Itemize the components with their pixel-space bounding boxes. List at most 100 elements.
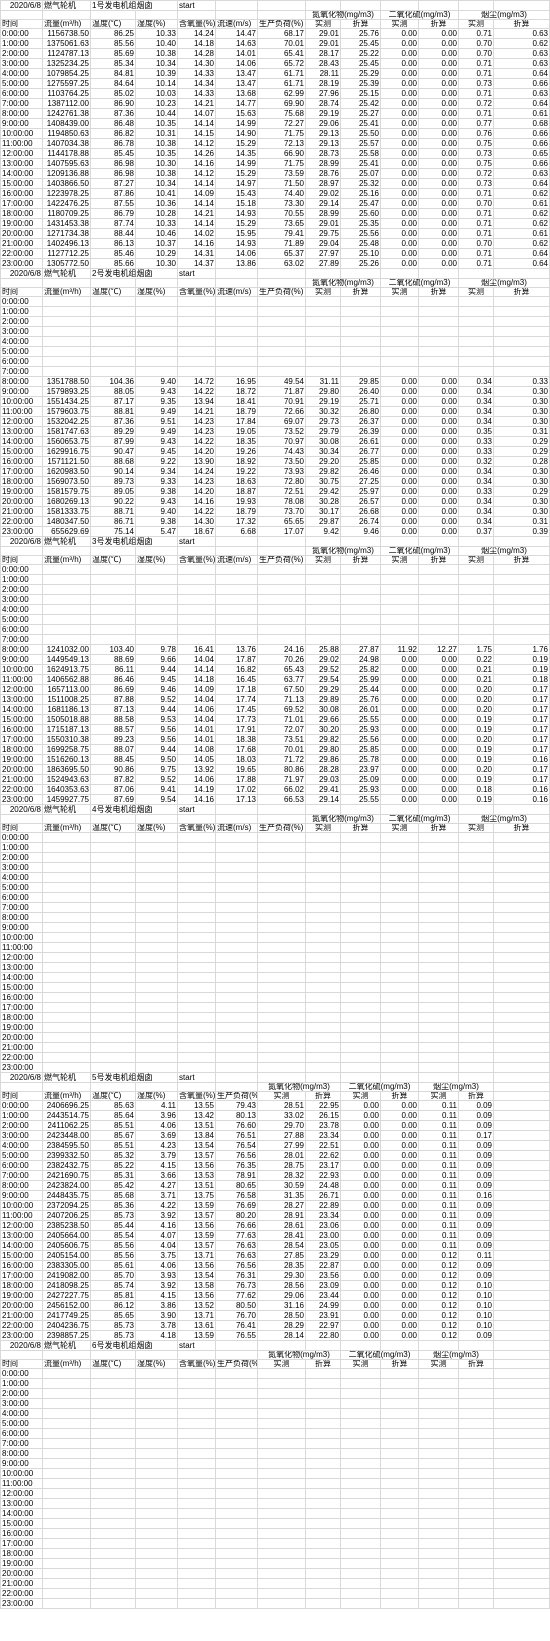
value-cell[interactable]: 18.35: [215, 436, 259, 447]
value-cell[interactable]: [257, 1368, 307, 1379]
value-cell[interactable]: [340, 296, 382, 307]
value-cell[interactable]: 71.87: [257, 386, 307, 397]
time-cell[interactable]: 1:00:00: [0, 1378, 43, 1389]
value-cell[interactable]: 0.10: [458, 1320, 495, 1331]
column-header[interactable]: 含氧量(%): [177, 19, 217, 29]
value-cell[interactable]: 0.00: [380, 674, 420, 685]
cell[interactable]: [305, 0, 342, 11]
column-header[interactable]: 温度(℃): [90, 287, 136, 297]
cell[interactable]: [493, 1120, 550, 1131]
value-cell[interactable]: 17.18: [215, 684, 259, 695]
value-cell[interactable]: 1402496.13: [42, 238, 91, 249]
column-header[interactable]: 含氧量(%): [177, 287, 217, 297]
time-cell[interactable]: 19:00:00: [0, 218, 43, 229]
time-cell[interactable]: 0:00:00: [0, 832, 43, 843]
value-cell[interactable]: [305, 594, 342, 605]
value-cell[interactable]: [380, 1478, 420, 1489]
value-cell[interactable]: [257, 564, 307, 575]
cell[interactable]: [418, 1340, 460, 1351]
value-cell[interactable]: 76.69: [215, 1200, 259, 1211]
value-cell[interactable]: 1180709.25: [42, 208, 91, 219]
value-cell[interactable]: 85.44: [90, 1220, 136, 1231]
time-cell[interactable]: 4:00:00: [0, 1408, 43, 1419]
value-cell[interactable]: 0.28: [493, 456, 550, 467]
value-cell[interactable]: [380, 1458, 420, 1469]
value-cell[interactable]: 1640353.63: [42, 784, 91, 795]
value-cell[interactable]: 0.31: [493, 426, 550, 437]
value-cell[interactable]: 86.48: [90, 118, 136, 129]
value-cell[interactable]: [418, 1062, 460, 1073]
value-cell[interactable]: 1524943.63: [42, 774, 91, 785]
value-cell[interactable]: [305, 574, 342, 585]
time-cell[interactable]: 13:00:00: [0, 962, 43, 973]
value-cell[interactable]: 0.00: [380, 1300, 420, 1311]
column-header[interactable]: 折算: [493, 287, 550, 297]
value-cell[interactable]: 24.99: [305, 1300, 342, 1311]
value-cell[interactable]: 28.50: [257, 1310, 307, 1321]
value-cell[interactable]: 0.71: [458, 248, 495, 259]
value-cell[interactable]: 1624913.75: [42, 664, 91, 675]
cell[interactable]: [493, 1290, 550, 1301]
value-cell[interactable]: [493, 1052, 550, 1063]
value-cell[interactable]: 0.21: [458, 674, 495, 685]
value-cell[interactable]: [458, 1478, 495, 1489]
value-cell[interactable]: [42, 1538, 91, 1549]
value-cell[interactable]: 9.54: [134, 794, 179, 805]
value-cell[interactable]: 72.80: [257, 476, 307, 487]
value-cell[interactable]: 87.82: [90, 774, 136, 785]
value-cell[interactable]: 0.00: [380, 416, 420, 427]
value-cell[interactable]: [380, 892, 420, 903]
value-cell[interactable]: 63.02: [257, 258, 307, 269]
value-cell[interactable]: [90, 1588, 136, 1599]
value-cell[interactable]: 85.34: [90, 58, 136, 69]
value-cell[interactable]: 1629916.75: [42, 446, 91, 457]
value-cell[interactable]: [380, 952, 420, 963]
value-cell[interactable]: [493, 972, 550, 983]
value-cell[interactable]: [177, 852, 217, 863]
value-cell[interactable]: 29.01: [305, 38, 342, 49]
value-cell[interactable]: 0.00: [340, 1310, 382, 1321]
value-cell[interactable]: 84.81: [90, 68, 136, 79]
value-cell[interactable]: 0.63: [493, 58, 550, 69]
value-cell[interactable]: 25.50: [340, 128, 382, 139]
cell[interactable]: [90, 546, 136, 556]
value-cell[interactable]: [418, 892, 460, 903]
value-cell[interactable]: [42, 1508, 91, 1519]
value-cell[interactable]: [458, 634, 495, 645]
value-cell[interactable]: 0.00: [418, 158, 460, 169]
value-cell[interactable]: [340, 1568, 382, 1579]
time-cell[interactable]: 2:00:00: [0, 48, 43, 59]
value-cell[interactable]: 28.41: [257, 1230, 307, 1241]
value-cell[interactable]: [305, 872, 342, 883]
value-cell[interactable]: [42, 594, 91, 605]
time-cell[interactable]: 13:00:00: [0, 1230, 43, 1241]
cell[interactable]: [90, 1350, 136, 1360]
value-cell[interactable]: 0.00: [418, 754, 460, 765]
value-cell[interactable]: [418, 594, 460, 605]
value-cell[interactable]: 1325234.25: [42, 58, 91, 69]
time-cell[interactable]: 4:00:00: [0, 1140, 43, 1151]
time-cell[interactable]: 23:00:00: [0, 258, 43, 269]
value-cell[interactable]: 15.18: [215, 198, 259, 209]
value-cell[interactable]: [340, 1042, 382, 1053]
time-cell[interactable]: 7:00:00: [0, 1170, 43, 1181]
value-cell[interactable]: 29.19: [305, 396, 342, 407]
value-cell[interactable]: 29.13: [305, 138, 342, 149]
value-cell[interactable]: 0.00: [418, 376, 460, 387]
time-cell[interactable]: 0:00:00: [0, 1100, 43, 1111]
value-cell[interactable]: 0.10: [458, 1310, 495, 1321]
value-cell[interactable]: [42, 992, 91, 1003]
value-cell[interactable]: 0.00: [380, 794, 420, 805]
value-cell[interactable]: [458, 1588, 495, 1599]
value-cell[interactable]: 17.07: [257, 526, 307, 537]
value-cell[interactable]: 13.52: [177, 1300, 217, 1311]
value-cell[interactable]: 25.42: [340, 98, 382, 109]
value-cell[interactable]: [177, 952, 217, 963]
value-cell[interactable]: 14.21: [177, 406, 217, 417]
value-cell[interactable]: [90, 832, 136, 843]
value-cell[interactable]: [493, 902, 550, 913]
cell[interactable]: [493, 1388, 550, 1399]
value-cell[interactable]: 0.00: [340, 1110, 382, 1121]
column-header[interactable]: 温度(℃): [90, 1359, 136, 1369]
value-cell[interactable]: 0.17: [493, 744, 550, 755]
